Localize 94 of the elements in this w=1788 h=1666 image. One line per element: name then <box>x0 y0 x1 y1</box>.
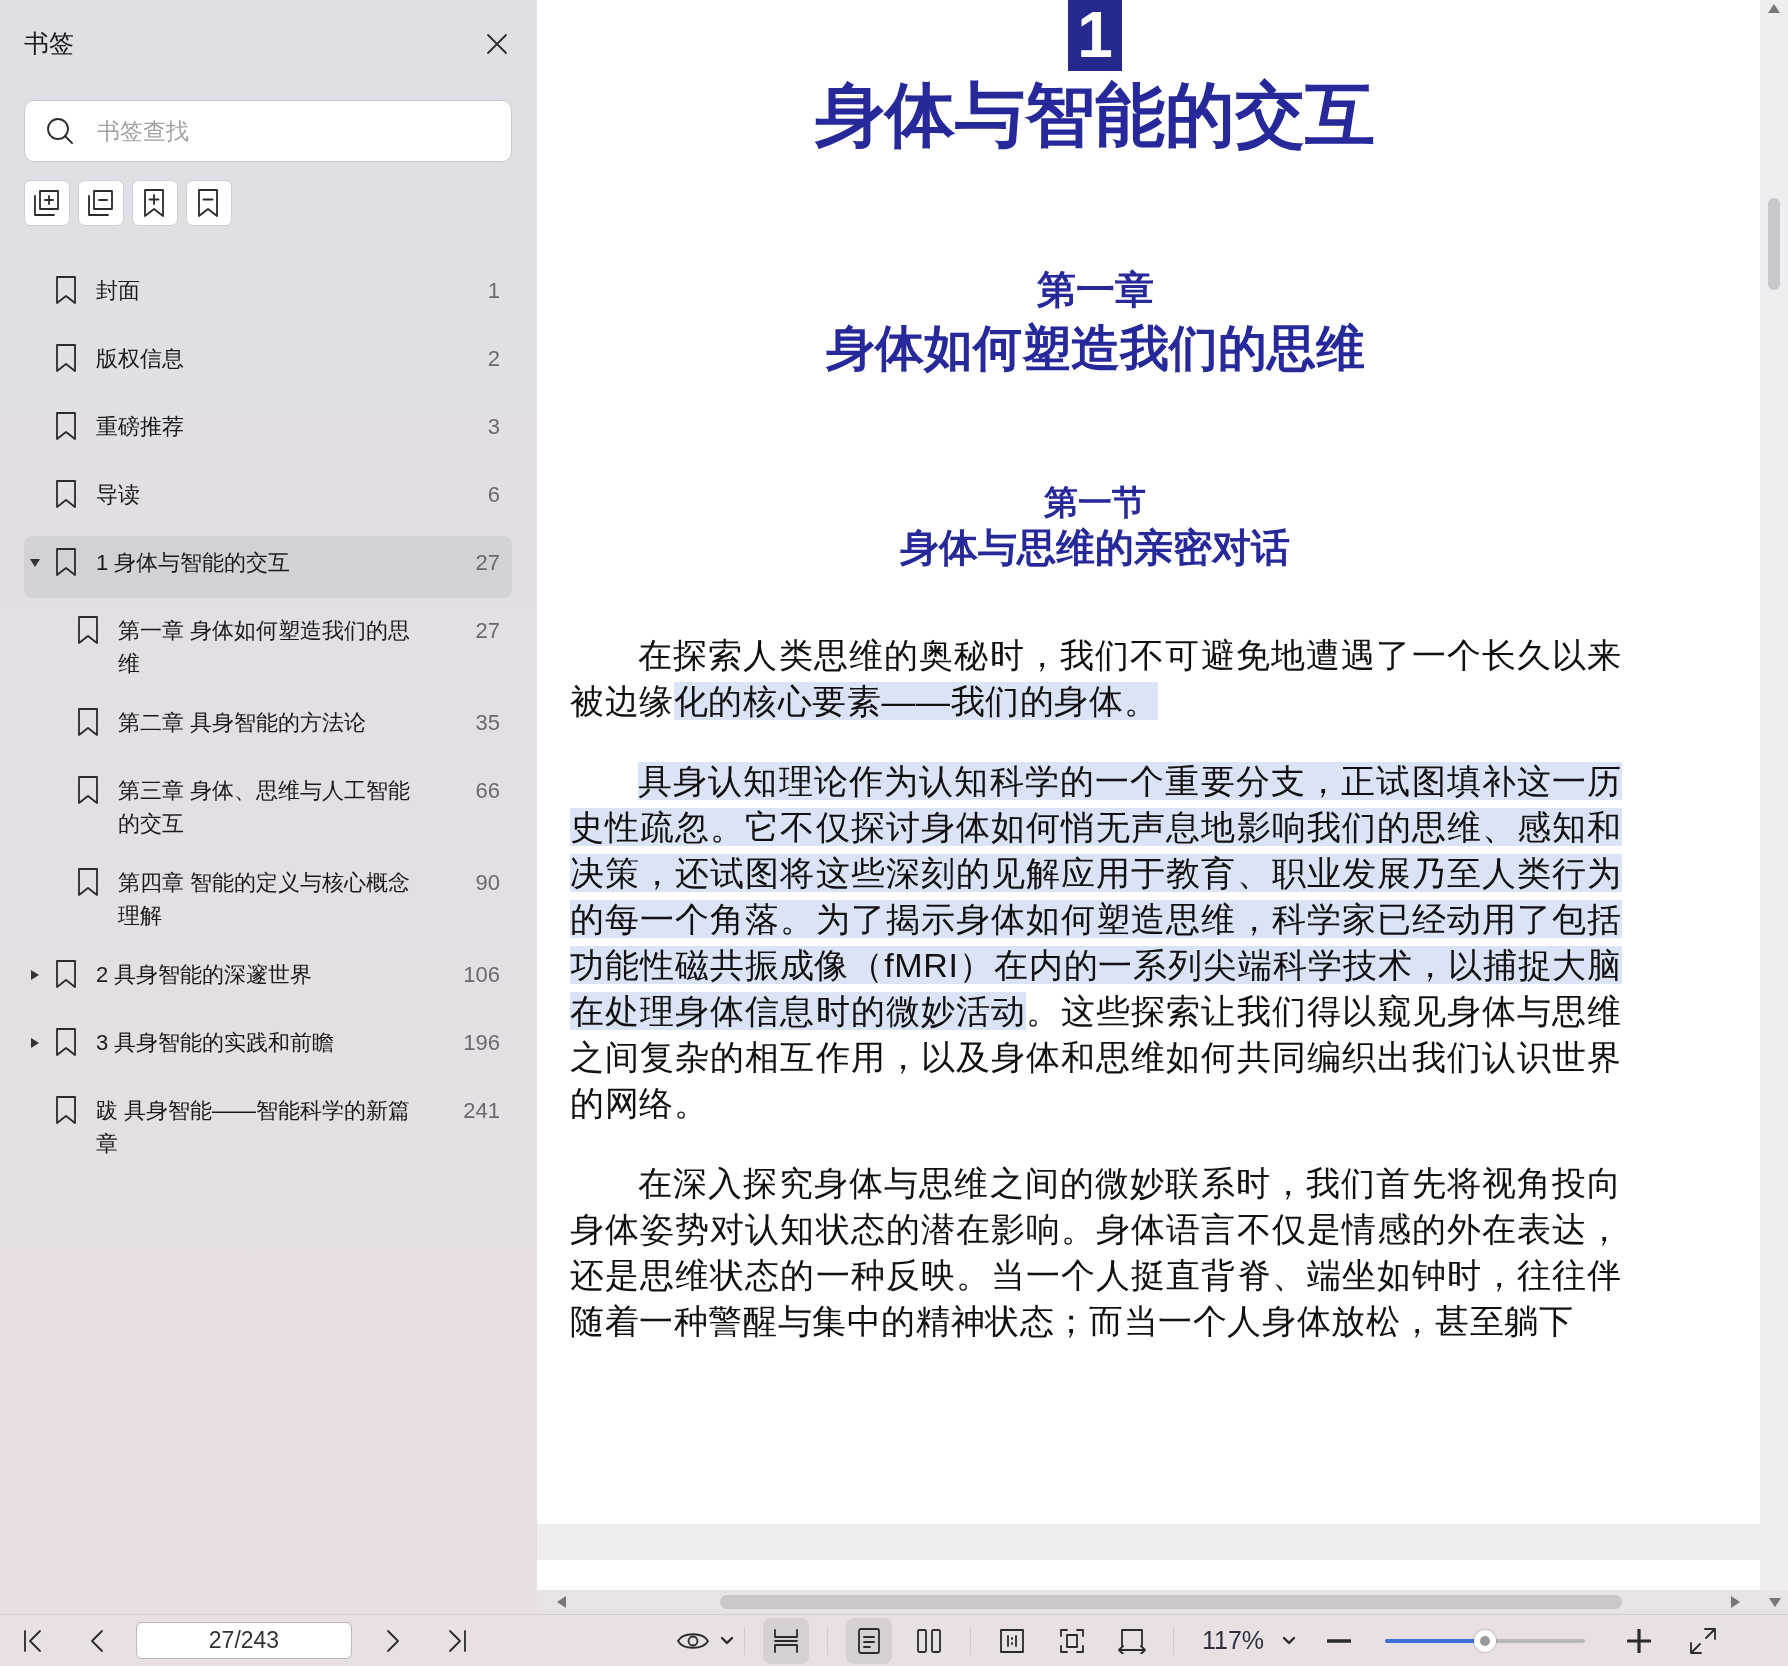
scroll-right-icon[interactable] <box>1731 1596 1740 1608</box>
paragraph: 在探索人类思维的奥秘时，我们不可避免地遭遇了一个长久以来被边缘化的核心要素——我们的身体。 <box>570 635 1622 722</box>
remove-bookmark-button[interactable] <box>186 180 232 226</box>
bookmark-item[interactable]: 版权信息 2 <box>24 332 512 394</box>
bookmark-icon <box>54 275 78 305</box>
page-number: 241 <box>463 1097 500 1125</box>
caret-right-icon[interactable] <box>31 969 39 980</box>
page-number: 3 <box>487 413 500 441</box>
bookmark-icon <box>54 1027 78 1057</box>
page-number: 27 <box>475 549 500 577</box>
fullscreen-icon <box>1689 1626 1718 1655</box>
single-page-icon <box>857 1626 881 1655</box>
page-number: 35 <box>475 709 500 737</box>
bookmark-label: 1 身体与智能的交互 <box>96 549 292 577</box>
first-page-icon <box>23 1628 43 1653</box>
bookmark-icon <box>54 479 78 509</box>
page-number: 106 <box>463 961 500 989</box>
two-page-icon <box>916 1627 942 1654</box>
bookmark-item[interactable]: 第三章 身体、思维与人工智能的交互 66 <box>24 764 512 850</box>
page-number: 2 <box>487 345 500 373</box>
search-icon <box>46 117 74 145</box>
bookmark-label: 第三章 身体、思维与人工智能的交互 <box>118 777 412 838</box>
bookmark-label: 导读 <box>96 481 141 509</box>
fit-width-icon <box>1118 1627 1146 1654</box>
bookmark-label: 第二章 具身智能的方法论 <box>118 709 368 737</box>
continuous-scroll-icon <box>773 1627 799 1654</box>
bookmark-label: 2 具身智能的深邃世界 <box>96 961 314 989</box>
paragraph: 在深入探究身体与思维之间的微妙联系时，我们首先将视角投向身体姿势对认知状态的潜在影响。身体语言不仅是情感的外在表达，还是思维状态的一种反映。当一个人挺直背脊、端坐如钟时，往往伴随着一种警醒与集中的精神状态；而当一个人身体放松，甚至躺下 <box>570 1163 1622 1342</box>
page-number: 66 <box>475 777 500 805</box>
section-label: 第一节 <box>1044 482 1146 523</box>
minus-icon <box>1327 1638 1352 1643</box>
chevron-right-icon <box>386 1628 400 1653</box>
scrollbar-thumb[interactable] <box>720 1595 1622 1609</box>
chapter-number: 1 <box>1068 0 1122 71</box>
caret-right-icon[interactable] <box>31 1037 39 1048</box>
plus-icon <box>1627 1628 1652 1653</box>
add-bookmark-button[interactable] <box>132 180 178 226</box>
expand-all-button[interactable] <box>24 180 70 226</box>
chevron-left-icon <box>90 1628 104 1653</box>
bookmark-label: 3 具身智能的实践和前瞻 <box>96 1029 336 1057</box>
bookmark-label: 第一章 身体如何塑造我们的思维 <box>118 617 412 678</box>
last-page-icon <box>447 1628 467 1653</box>
bookmark-icon <box>76 707 100 737</box>
search-field[interactable]: 书签查找 <box>24 100 512 162</box>
bookmark-item[interactable]: 导读 6 <box>24 468 512 530</box>
bookmark-icon <box>54 959 78 989</box>
bookmark-item[interactable]: 第一章 身体如何塑造我们的思维 27 <box>24 604 512 690</box>
collapse-all-button[interactable] <box>78 180 124 226</box>
caret-down-icon[interactable] <box>30 558 40 567</box>
page-number: 196 <box>463 1029 500 1057</box>
close-icon <box>486 33 508 55</box>
bookmark-icon <box>76 615 100 645</box>
part-title: 身体与智能的交互 <box>815 75 1375 156</box>
actual-size-icon <box>999 1627 1025 1654</box>
bookmark-icon <box>54 411 78 441</box>
page-number: 1 <box>487 277 500 305</box>
bookmark-label: 版权信息 <box>96 345 185 373</box>
bookmark-item[interactable]: 第四章 智能的定义与核心概念理解 90 <box>24 856 512 942</box>
bookmark-icon <box>54 1095 78 1125</box>
bookmark-icon <box>54 547 78 577</box>
section-title: 身体与思维的亲密对话 <box>900 525 1290 571</box>
bookmark-label: 跋 具身智能——智能科学的新篇章 <box>96 1097 412 1158</box>
page-number: 6 <box>487 481 500 509</box>
bookmark-label: 重磅推荐 <box>96 413 185 441</box>
bookmark-label: 第四章 智能的定义与核心概念理解 <box>118 869 412 930</box>
bookmark-item[interactable]: 第二章 具身智能的方法论 35 <box>24 696 512 758</box>
single-page-button[interactable] <box>846 1617 892 1664</box>
bookmark-label: 封面 <box>96 277 141 305</box>
bookmark-icon <box>76 775 100 805</box>
chapter-label: 第一章 <box>1036 267 1154 313</box>
scrollbar-thumb[interactable] <box>1768 198 1780 290</box>
bookmark-item[interactable]: 跋 具身智能——智能科学的新篇章 241 <box>24 1084 512 1170</box>
bookmark-item[interactable]: 封面 1 <box>24 264 512 326</box>
expand-all-icon <box>32 188 62 218</box>
scroll-down-icon[interactable] <box>1769 1597 1781 1607</box>
bookmark-item[interactable]: 2 具身智能的深邃世界 106 <box>24 948 512 1010</box>
scroll-left-icon[interactable] <box>557 1596 566 1608</box>
bookmark-item[interactable]: 重磅推荐 3 <box>24 400 512 462</box>
bookmark-icon <box>76 867 100 897</box>
bookmark-item[interactable]: 1 身体与智能的交互 27 <box>24 536 512 598</box>
collapse-all-icon <box>86 188 116 218</box>
chapter-title: 身体如何塑造我们的思维 <box>825 320 1365 377</box>
scroll-up-icon[interactable] <box>1768 4 1780 13</box>
panel-title: 书签 <box>24 28 74 60</box>
zoom-level: 117% <box>1202 1624 1265 1656</box>
fit-page-icon <box>1059 1627 1085 1654</box>
caret-down-icon <box>721 1636 733 1645</box>
page-number: 90 <box>475 869 500 897</box>
page-number: 27 <box>475 617 500 645</box>
page-number-field[interactable]: 27/243 <box>136 1622 352 1659</box>
bookmark-item[interactable]: 3 具身智能的实践和前瞻 196 <box>24 1016 512 1078</box>
scroll-mode-button[interactable] <box>763 1617 809 1664</box>
caret-down-icon <box>1283 1636 1296 1645</box>
bookmark-icon <box>54 343 78 373</box>
